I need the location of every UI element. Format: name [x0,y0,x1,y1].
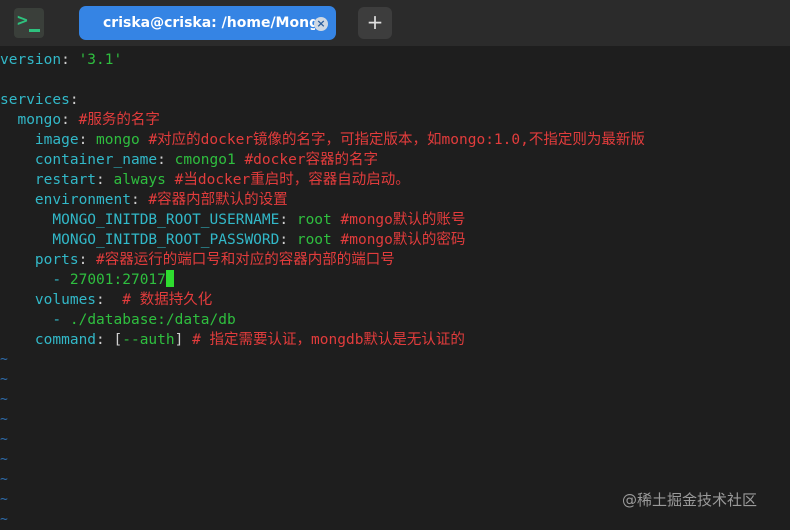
tab-terminal[interactable]: criska@criska: /home/MongoDB × [79,6,336,40]
prompt-underscore [29,29,40,32]
code-line: MONGO_INITDB_ROOT_USERNAME: root #mongo默… [52,212,466,228]
code-line: services: [0,92,79,108]
tab-title: criska@criska: /home/MongoDB [103,15,315,31]
code-line: - 27001:27017 [0,270,174,290]
empty-line-marker: ~ [0,452,8,467]
terminal-editor[interactable]: version: '3.1' services: mongo: #服务的名字 i… [0,48,790,528]
empty-line-marker: ~ [0,492,8,507]
close-icon[interactable]: × [314,17,328,31]
empty-line-marker: ~ [0,352,8,367]
code-line: environment: #容器内部默认的设置 [34,192,288,208]
code-line: MONGO_INITDB_ROOT_PASSWORD: root #mongo默… [52,232,466,248]
code-line: command: [--auth] # 指定需要认证，mongdb默认是无认证的 [34,332,465,348]
terminal-icon[interactable]: > [14,8,44,38]
watermark: @稀土掘金技术社区 [622,491,758,509]
empty-line-marker: ~ [0,372,8,387]
title-bar: > criska@criska: /home/MongoDB × + [0,0,790,46]
code-line: version: '3.1' [0,52,123,68]
code-line: - ./database:/data/db [52,312,236,328]
empty-line-marker: ~ [0,512,8,527]
empty-line-marker: ~ [0,412,8,427]
code-line: ports: #容器运行的端口号和对应的容器内部的端口号 [34,252,395,268]
code-line: restart: always #当docker重启时，容器自动启动。 [34,172,410,188]
empty-line-marker: ~ [0,432,8,447]
code-line: mongo: #服务的名字 [17,112,160,128]
code-line: volumes: # 数据持久化 [34,292,213,308]
empty-line-marker: ~ [0,392,8,407]
code-line: image: mongo #对应的docker镜像的名字，可指定版本，如mong… [34,132,645,148]
new-tab-button[interactable]: + [358,7,392,39]
prompt-chevron: > [17,10,28,31]
text-cursor [165,270,174,287]
empty-line-marker: ~ [0,472,8,487]
code-line: container_name: cmongo1 #docker容器的名字 [34,152,379,168]
